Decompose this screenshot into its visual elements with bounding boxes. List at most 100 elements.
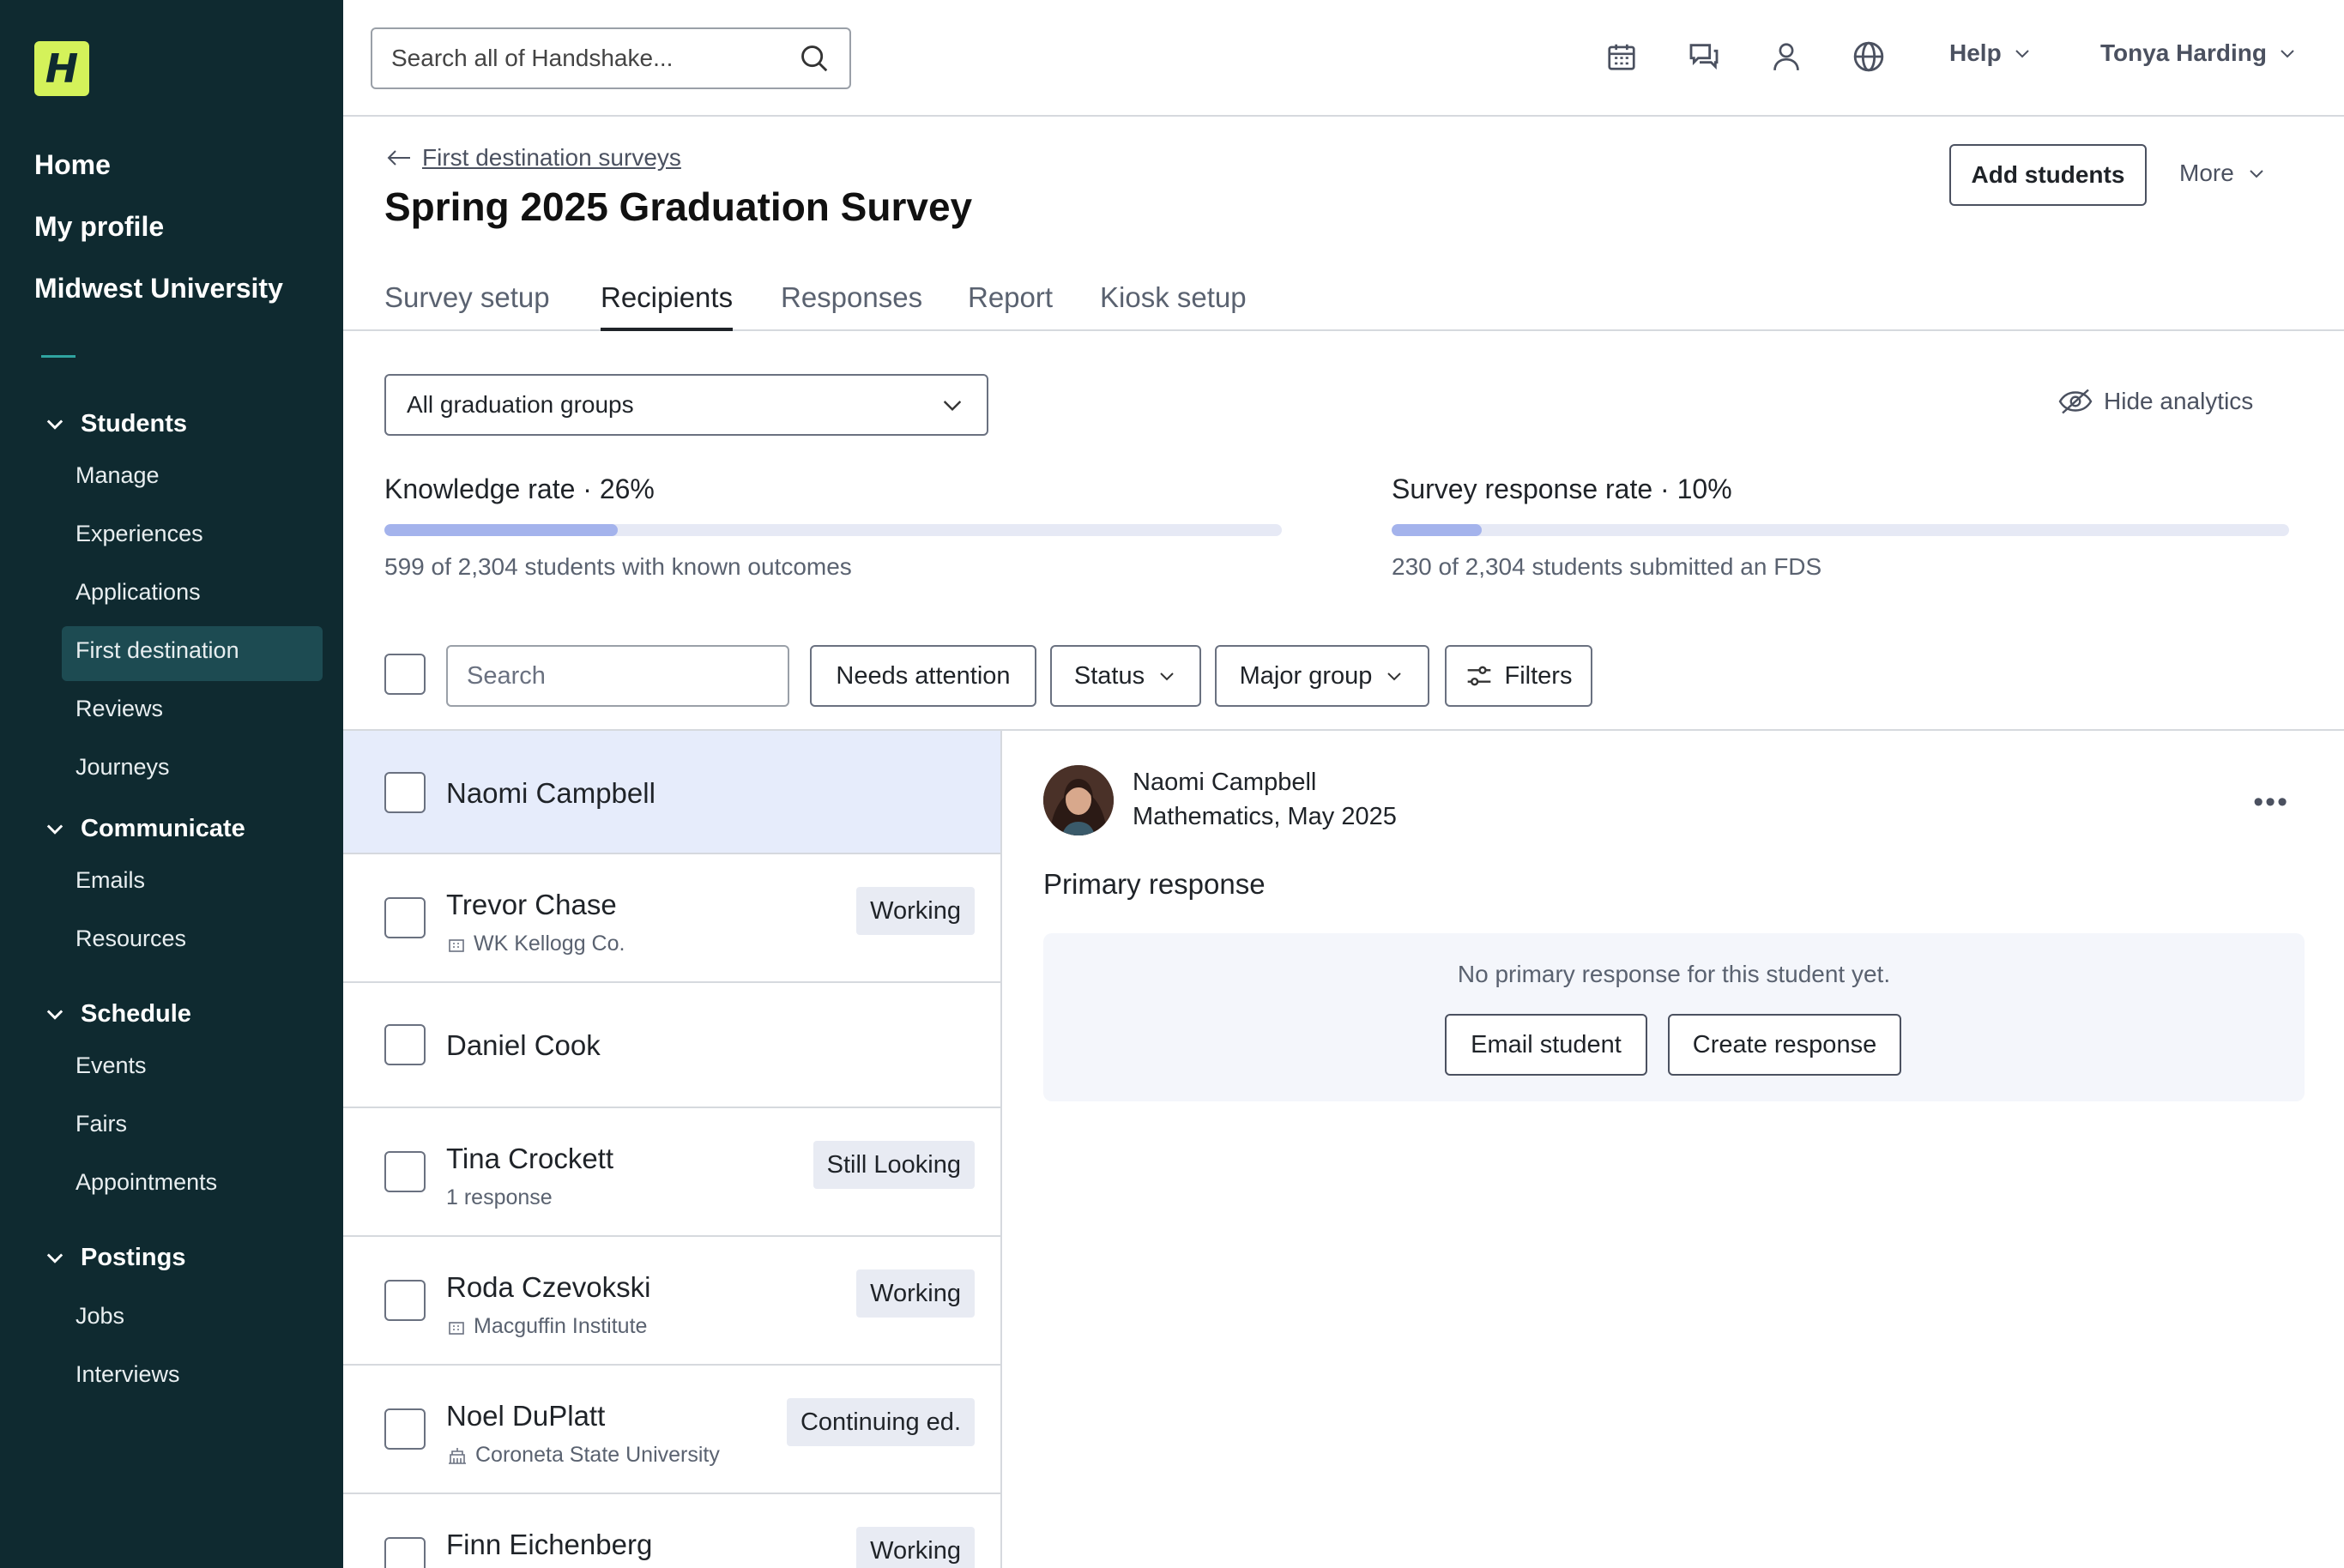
student-name: Naomi Campbell — [446, 777, 655, 809]
sidebar-item-fairs[interactable]: Fairs — [62, 1100, 323, 1155]
more-options-icon[interactable]: ••• — [2253, 786, 2289, 819]
row-checkbox[interactable] — [384, 1537, 426, 1568]
sidebar-section-communicate: Communicate Emails Resources — [0, 805, 343, 969]
tab-survey-setup[interactable]: Survey setup — [384, 281, 550, 331]
handshake-logo[interactable]: H — [34, 41, 89, 96]
row-checkbox[interactable] — [384, 1280, 426, 1321]
sidebar-item-reviews[interactable]: Reviews — [62, 684, 323, 739]
student-name: Daniel Cook — [446, 1029, 601, 1061]
row-checkbox[interactable] — [384, 1151, 426, 1192]
row-checkbox[interactable] — [384, 1408, 426, 1450]
arrow-left-icon — [387, 150, 410, 166]
student-meta: 1 response — [446, 1185, 553, 1209]
globe-icon[interactable] — [1850, 36, 1888, 77]
status-filter[interactable]: Status — [1050, 645, 1201, 707]
add-students-button[interactable]: Add students — [1949, 144, 2147, 206]
messages-icon[interactable] — [1685, 36, 1723, 77]
global-search-input[interactable] — [391, 45, 798, 72]
global-search[interactable] — [371, 27, 851, 89]
sidebar-item-manage[interactable]: Manage — [62, 451, 323, 506]
primary-response-empty-state: No primary response for this student yet… — [1043, 933, 2305, 1101]
knowledge-rate-fill — [384, 524, 618, 536]
select-all-checkbox[interactable] — [384, 654, 426, 695]
row-checkbox[interactable] — [384, 1024, 426, 1065]
chevron-down-icon — [46, 419, 63, 430]
sidebar-section-toggle-postings[interactable]: Postings — [0, 1233, 343, 1282]
sidebar-item-jobs[interactable]: Jobs — [62, 1292, 323, 1347]
sidebar-section-toggle-communicate[interactable]: Communicate — [0, 805, 343, 853]
list-item[interactable]: Noel DuPlatt Coroneta State University C… — [343, 1366, 1000, 1494]
sidebar-item-emails[interactable]: Emails — [62, 856, 323, 911]
student-search-input[interactable] — [467, 661, 790, 691]
sidebar-link-home[interactable]: Home — [34, 144, 283, 206]
student-name: Tina Crockett — [446, 1143, 614, 1174]
knowledge-rate-bar — [384, 524, 1282, 536]
tab-recipients[interactable]: Recipients — [601, 281, 734, 331]
list-item[interactable]: Tina Crockett 1 response Still Looking — [343, 1108, 1000, 1237]
sidebar-item-interviews[interactable]: Interviews — [62, 1350, 323, 1405]
graduation-group-select[interactable]: All graduation groups — [384, 374, 988, 436]
tab-report[interactable]: Report — [968, 281, 1053, 331]
tab-responses[interactable]: Responses — [781, 281, 922, 331]
calendar-icon[interactable] — [1603, 36, 1640, 77]
sidebar-item-applications[interactable]: Applications — [62, 568, 323, 623]
user-menu[interactable]: Tonya Harding — [2100, 39, 2298, 67]
status-badge: Working — [856, 1527, 975, 1568]
sidebar: H Home My profile Midwest University Stu… — [0, 0, 343, 1568]
more-menu-button[interactable]: More — [2179, 160, 2267, 187]
list-item[interactable]: Trevor Chase WK Kellogg Co. Working — [343, 854, 1000, 983]
response-rate-bar — [1392, 524, 2289, 536]
student-detail-panel: Naomi Campbell Mathematics, May 2025 •••… — [1004, 731, 2344, 1568]
chevron-down-icon — [46, 1010, 63, 1020]
sidebar-link-institution[interactable]: Midwest University — [34, 268, 283, 329]
sidebar-item-appointments[interactable]: Appointments — [62, 1158, 323, 1213]
sidebar-section-postings: Postings Jobs Interviews — [0, 1233, 343, 1405]
tab-kiosk-setup[interactable]: Kiosk setup — [1100, 281, 1247, 331]
building-icon — [449, 938, 464, 952]
student-search[interactable] — [446, 645, 790, 707]
sidebar-section-toggle-students[interactable]: Students — [0, 400, 343, 448]
sidebar-link-my-profile[interactable]: My profile — [34, 206, 283, 268]
sidebar-item-journeys[interactable]: Journeys — [62, 743, 323, 798]
sidebar-item-events[interactable]: Events — [62, 1041, 323, 1096]
breadcrumb[interactable]: First destination surveys — [386, 144, 681, 172]
student-meta: Coroneta State University — [446, 1443, 720, 1468]
chevron-down-icon — [2015, 50, 2029, 58]
list-item[interactable]: Daniel Cook — [343, 983, 1000, 1108]
survey-tabs: Survey setup Recipients Responses Report… — [343, 273, 2344, 331]
status-badge: Working — [856, 887, 975, 935]
chevron-down-icon — [46, 824, 63, 835]
status-badge: Continuing ed. — [786, 1398, 975, 1446]
list-item[interactable]: Finn Eichenberg Working — [343, 1494, 1000, 1568]
chevron-down-icon — [1160, 672, 1174, 681]
row-checkbox[interactable] — [384, 772, 426, 813]
eye-off-icon — [2058, 389, 2093, 414]
sidebar-section-toggle-schedule[interactable]: Schedule — [0, 990, 343, 1038]
sidebar-item-experiences[interactable]: Experiences — [62, 510, 323, 564]
sidebar-item-resources[interactable]: Resources — [62, 914, 323, 969]
sidebar-section-schedule: Schedule Events Fairs Appointments — [0, 990, 343, 1213]
search-icon[interactable] — [798, 42, 831, 75]
chevron-down-icon — [46, 1253, 63, 1263]
help-menu[interactable]: Help — [1949, 39, 2033, 67]
hide-analytics-button[interactable]: Hide analytics — [2057, 388, 2253, 415]
list-item[interactable]: Roda Czevokski Macguffin Institute Worki… — [343, 1237, 1000, 1366]
primary-response-heading: Primary response — [1043, 868, 1266, 900]
chevron-down-icon — [943, 401, 962, 412]
needs-attention-filter[interactable]: Needs attention — [810, 645, 1036, 707]
list-item[interactable]: Naomi Campbell — [343, 731, 1000, 854]
row-checkbox[interactable] — [384, 897, 426, 938]
student-meta: Macguffin Institute — [446, 1314, 647, 1339]
sidebar-item-first-destination[interactable]: First destination — [62, 626, 323, 681]
email-student-button[interactable]: Email student — [1445, 1014, 1647, 1076]
status-badge: Working — [856, 1269, 975, 1318]
sidebar-section-students: Students Manage Experiences Applications… — [0, 400, 343, 798]
knowledge-rate-subtext: 599 of 2,304 students with known outcome… — [384, 553, 852, 580]
filters-button[interactable]: Filters — [1445, 645, 1592, 707]
top-bar-icons — [1603, 36, 1888, 77]
major-group-filter[interactable]: Major group — [1215, 645, 1429, 707]
person-icon[interactable] — [1767, 36, 1805, 77]
create-response-button[interactable]: Create response — [1668, 1014, 1901, 1076]
sliders-icon — [1467, 666, 1490, 686]
chevron-down-icon — [2250, 170, 2263, 178]
